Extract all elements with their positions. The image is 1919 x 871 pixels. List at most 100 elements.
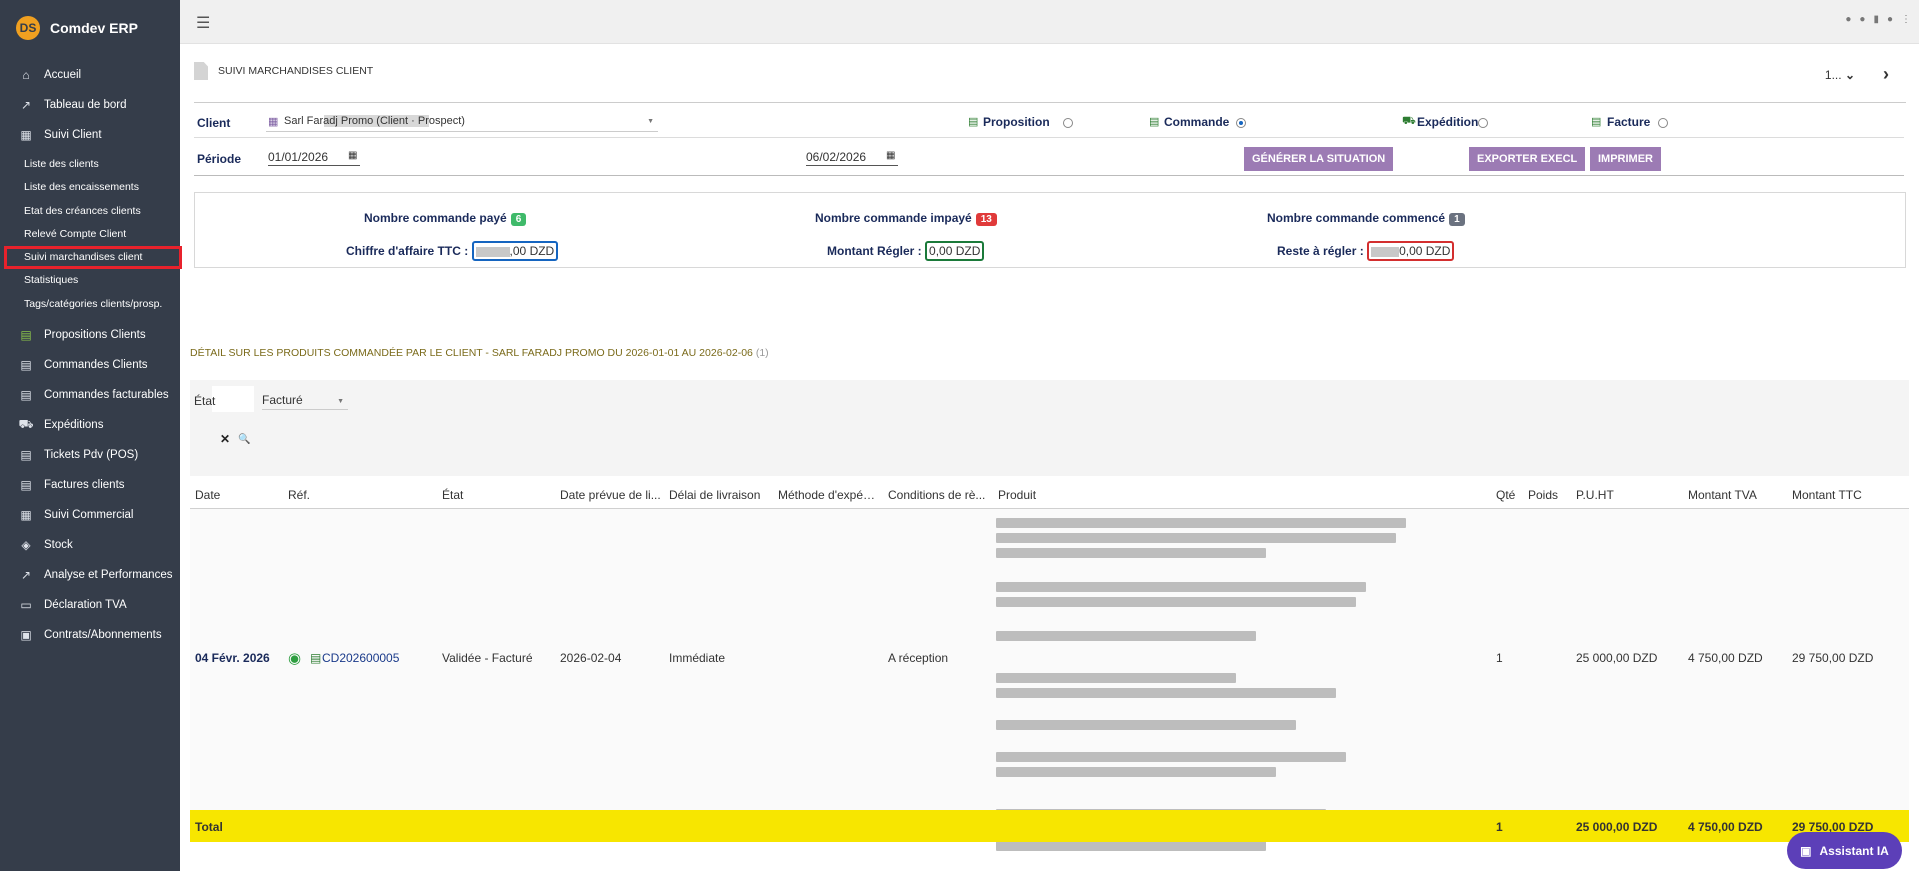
th-produit[interactable]: Produit [998, 488, 1078, 502]
redacted-line [996, 720, 1296, 730]
th-qte[interactable]: Qté [1496, 488, 1526, 502]
hamburger-menu-icon[interactable]: ☰ [196, 13, 210, 33]
calendar-icon[interactable]: ▦ [886, 150, 895, 161]
th-ref[interactable]: Réf. [288, 488, 348, 502]
etat-filter-select[interactable]: Facturé ▼ [262, 390, 348, 410]
regler-label: Montant Régler : [827, 244, 922, 258]
sidebar-sub-releve-compte[interactable]: Relevé Compte Client [0, 223, 180, 246]
sidebar-item-declaration-tva[interactable]: ▭ Déclaration TVA [0, 590, 180, 620]
commande-radio[interactable] [1236, 118, 1246, 128]
th-date-prevue[interactable]: Date prévue de li... [560, 488, 664, 502]
sidebar-sub-statistiques[interactable]: Statistiques [0, 269, 180, 292]
sidebar-sub-suivi-marchandises[interactable]: Suivi marchandises client [4, 246, 182, 270]
chat-icon[interactable]: ● [1859, 14, 1865, 25]
whatsapp-icon[interactable]: ◉ [288, 649, 301, 667]
regler-stat: Montant Régler : 0,00 DZD [827, 241, 985, 261]
th-montant-ttc[interactable]: Montant TTC [1792, 488, 1892, 502]
sidebar-sub-liste-encaissements[interactable]: Liste des encaissements [0, 176, 180, 199]
regler-value: 0,00 DZD [925, 241, 985, 261]
reste-label: Reste à régler : [1277, 244, 1364, 258]
th-conditions[interactable]: Conditions de rè... [888, 488, 988, 502]
commande-file-icon: ▤ [1149, 116, 1160, 128]
sidebar-sub-etat-creances[interactable]: Etat des créances clients [0, 200, 180, 223]
brand-logo-icon: DS [16, 16, 40, 40]
th-delai[interactable]: Délai de livraison [669, 488, 773, 502]
sidebar-item-accueil[interactable]: ⌂ Accueil [0, 60, 180, 90]
exporter-excel-button[interactable]: Exporter Execl [1469, 147, 1586, 171]
sidebar-sub-liste-clients[interactable]: Liste des clients [0, 153, 180, 176]
card-icon: ▭ [20, 598, 32, 613]
sidebar-item-stock[interactable]: ◈ Stock [0, 530, 180, 560]
sidebar-item-commandes[interactable]: ▤ Commandes Clients [0, 350, 180, 380]
paye-badge: 6 [510, 213, 527, 226]
topbar: ☰ ● ● ▮ ● ⋮ [180, 0, 1919, 44]
document-icon [194, 62, 208, 80]
sidebar-item-label: Commandes Clients [44, 359, 148, 372]
clear-filter-icon[interactable]: ✕ [220, 432, 230, 446]
briefcase-icon: ▣ [20, 628, 32, 643]
th-montant-tva[interactable]: Montant TVA [1688, 488, 1778, 502]
search-icon[interactable]: 🔍 [238, 434, 250, 445]
file-icon: ▤ [20, 478, 32, 493]
periode-label: Période [197, 152, 242, 166]
more-vertical-icon[interactable]: ⋮ [1901, 14, 1911, 25]
date-to-input[interactable]: 06/02/2026 ▦ [806, 150, 898, 166]
ticket-icon: ▤ [20, 448, 32, 463]
user-avatar-icon[interactable]: ● [1887, 14, 1893, 25]
total-tva: 4 750,00 DZD [1688, 820, 1763, 834]
chevron-right-icon[interactable]: › [1883, 64, 1889, 85]
box-icon: ◈ [21, 538, 31, 553]
building-icon: ▦ [20, 128, 32, 142]
sidebar-item-suivi-client[interactable]: ▦ Suivi Client [0, 120, 180, 150]
sidebar-item-propositions[interactable]: ▤ Propositions Clients [0, 320, 180, 350]
sidebar-item-commandes-facturables[interactable]: ▤ Commandes facturables [0, 380, 180, 410]
sidebar-item-factures[interactable]: ▤ Factures clients [0, 470, 180, 500]
expedition-radio[interactable] [1478, 118, 1488, 128]
client-select[interactable]: ▦ Sarl Faradj Promo (Client · Prospect) … [266, 112, 658, 132]
date-from-input[interactable]: 01/01/2026 ▦ [268, 150, 360, 166]
cell-delai: Immédiate [669, 651, 726, 665]
proposition-label: Proposition [983, 115, 1050, 129]
th-puht[interactable]: P.U.HT [1576, 488, 1636, 502]
sidebar-item-tickets-pos[interactable]: ▤ Tickets Pdv (POS) [0, 440, 180, 470]
notification-icon[interactable]: ● [1845, 14, 1851, 25]
sidebar-item-analyse[interactable]: ↗ Analyse et Performances [0, 560, 180, 590]
th-poids[interactable]: Poids [1528, 488, 1568, 502]
redacted-line [996, 841, 1266, 851]
facture-radio[interactable] [1658, 118, 1668, 128]
redacted-block [1371, 246, 1400, 257]
dolly-icon: ⛟ [1402, 115, 1416, 127]
redacted-line [996, 533, 1396, 543]
etat-filter-input[interactable] [212, 386, 254, 412]
commence-label: Nombre commande commencé [1267, 211, 1446, 225]
sidebar-item-suivi-commercial[interactable]: ▦ Suivi Commercial [0, 500, 180, 530]
sidebar-item-label: Tableau de bord [44, 99, 127, 111]
cell-conditions: A réception [888, 651, 949, 665]
sidebar-item-contrats[interactable]: ▣ Contrats/Abonnements [0, 620, 180, 650]
sidebar-item-label: Suivi Client [44, 129, 102, 141]
redacted-line [996, 688, 1336, 698]
assistant-ia-button[interactable]: ▣ Assistant IA [1787, 832, 1902, 869]
filter-row-periode: Période 01/01/2026 ▦ 06/02/2026 ▦ Génére… [194, 138, 1904, 176]
sidebar-item-expeditions[interactable]: ⛟ Expéditions [0, 410, 180, 440]
brand[interactable]: DS Comdev ERP [0, 0, 180, 56]
sidebar-item-tableau-de-bord[interactable]: ↗ Tableau de bord [0, 90, 180, 120]
th-date[interactable]: Date [195, 488, 255, 502]
facture-label: Facture [1607, 115, 1651, 129]
imprimer-button[interactable]: Imprimer [1590, 147, 1661, 171]
clipboard-icon[interactable]: ▮ [1873, 14, 1879, 25]
generer-situation-button[interactable]: Générer la situation [1244, 147, 1394, 171]
sidebar-sub-tags-categories[interactable]: Tags/catégories clients/prosp. [0, 293, 180, 316]
cell-ref-link[interactable]: CD202600005 [322, 651, 399, 665]
calendar-icon[interactable]: ▦ [348, 150, 357, 161]
th-methode[interactable]: Méthode d'expéd... [778, 488, 878, 502]
client-label: Client [197, 116, 231, 130]
pager-select[interactable]: 1... ⌄ [1825, 68, 1855, 82]
cell-etat: Validée - Facturé [442, 651, 533, 665]
th-etat[interactable]: État [442, 488, 502, 502]
sidebar: DS Comdev ERP ⌂ Accueil ↗ Tableau de bor… [0, 0, 182, 871]
paye-stat: Nombre commande payé 6 [364, 211, 527, 226]
impaye-badge: 13 [975, 213, 997, 226]
proposition-radio[interactable] [1063, 118, 1073, 128]
summary-box: Nombre commande payé 6 Nombre commande im… [194, 192, 1906, 268]
